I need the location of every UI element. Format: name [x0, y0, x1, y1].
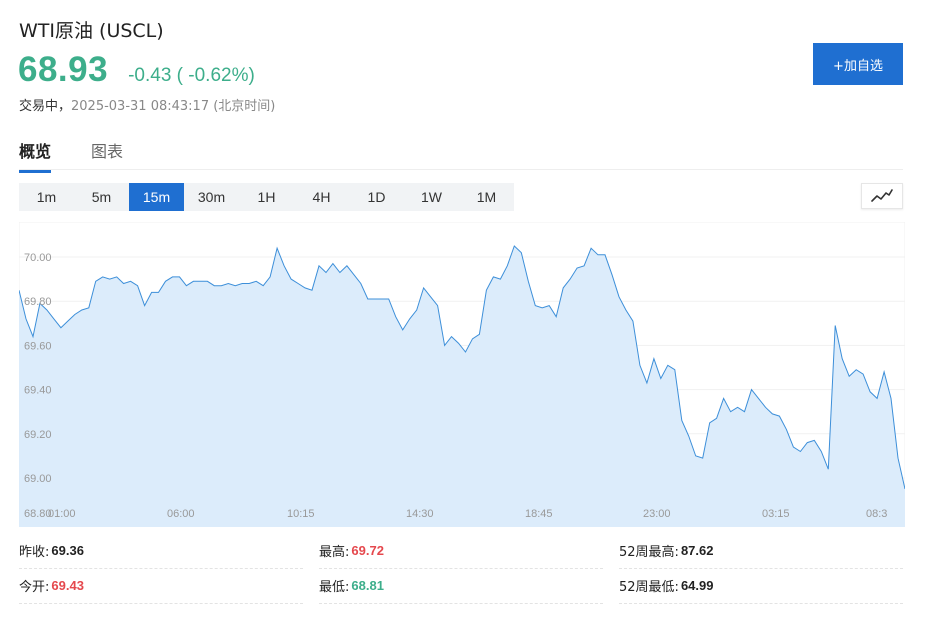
tab-bar: 概览 图表: [19, 138, 163, 173]
x-tick-label: 01:00: [48, 508, 76, 520]
interval-4h[interactable]: 4H: [294, 183, 349, 211]
x-tick-label: 14:30: [406, 508, 434, 520]
price-chart-svg: 70.0069.8069.6069.4069.2069.0068.8001:00…: [18, 221, 906, 528]
timestamp: 2025-03-31 08:43:17 (北京时间): [71, 99, 276, 114]
tab-chart[interactable]: 图表: [91, 138, 123, 173]
y-tick-label: 70.00: [24, 252, 52, 264]
interval-5m[interactable]: 5m: [74, 183, 129, 211]
stat-prev-close: 昨收: 69.36: [19, 533, 303, 569]
stat-label: 52周最高:: [619, 545, 679, 560]
interval-30m[interactable]: 30m: [184, 183, 239, 211]
stat-value: 68.81: [351, 578, 384, 593]
y-tick-label: 69.80: [24, 296, 52, 308]
interval-selector: 1m 5m 15m 30m 1H 4H 1D 1W 1M: [19, 183, 514, 211]
add-watchlist-button[interactable]: +加自选: [813, 43, 903, 85]
stat-label: 最低:: [319, 580, 350, 595]
trading-status: 交易中，2025-03-31 08:43:17 (北京时间): [19, 95, 275, 114]
tabs-divider: [19, 169, 903, 170]
line-chart-icon: [871, 189, 893, 202]
price-chart[interactable]: 70.00 69.80 69.60 69.40 69.20 69.00 68.80 01:00…: [18, 221, 906, 528]
x-tick-label: 08:3: [866, 508, 887, 520]
price-row: 68.93 -0.43 ( -0.62%): [18, 50, 255, 90]
stat-value: 87.62: [680, 543, 714, 558]
y-tick-label: 69.20: [24, 429, 52, 441]
stat-label: 52周最低:: [619, 580, 679, 595]
stat-high: 最高: 69.72: [319, 533, 603, 569]
tab-overview[interactable]: 概览: [19, 138, 52, 173]
stat-low: 最低: 68.81: [319, 568, 603, 604]
stat-label: 最高:: [319, 545, 350, 560]
y-tick-label: 69.60: [24, 340, 52, 352]
status-label: 交易中，: [19, 99, 72, 114]
interval-1m[interactable]: 1m: [19, 183, 74, 211]
stat-52w-low: 52周最低: 64.99: [619, 568, 903, 604]
interval-1mo[interactable]: 1M: [459, 183, 514, 211]
interval-1h[interactable]: 1H: [239, 183, 294, 211]
stat-label: 昨收:: [19, 545, 50, 560]
instrument-title: WTI原油 (USCL): [19, 20, 164, 42]
x-tick-label: 06:00: [167, 508, 195, 520]
stat-value: 69.72: [351, 543, 384, 558]
stat-value: 64.99: [680, 578, 714, 593]
x-tick-label: 03:15: [762, 508, 790, 520]
y-tick-label: 69.40: [24, 385, 52, 397]
last-price: 68.93: [18, 50, 109, 89]
x-tick-label: 10:15: [287, 508, 315, 520]
stat-value: 69.36: [51, 543, 84, 558]
x-tick-label: 23:00: [643, 508, 671, 520]
stat-value: 69.43: [51, 578, 84, 593]
stat-52w-high: 52周最高: 87.62: [619, 533, 903, 569]
interval-1w[interactable]: 1W: [404, 183, 459, 211]
chart-type-button[interactable]: [861, 183, 903, 209]
interval-1d[interactable]: 1D: [349, 183, 404, 211]
x-tick-label: 18:45: [525, 508, 553, 520]
interval-15m[interactable]: 15m: [129, 183, 184, 211]
y-tick-label: 69.00: [24, 473, 52, 485]
price-change: -0.43 ( -0.62%): [128, 65, 255, 86]
stat-label: 今开:: [19, 580, 50, 595]
stat-open: 今开: 69.43: [19, 568, 303, 604]
